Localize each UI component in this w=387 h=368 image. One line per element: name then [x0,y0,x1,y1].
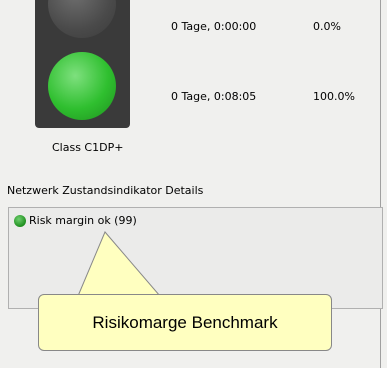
callout-text: Risikomarge Benchmark [92,312,278,332]
callout-box: Risikomarge Benchmark [38,294,332,351]
